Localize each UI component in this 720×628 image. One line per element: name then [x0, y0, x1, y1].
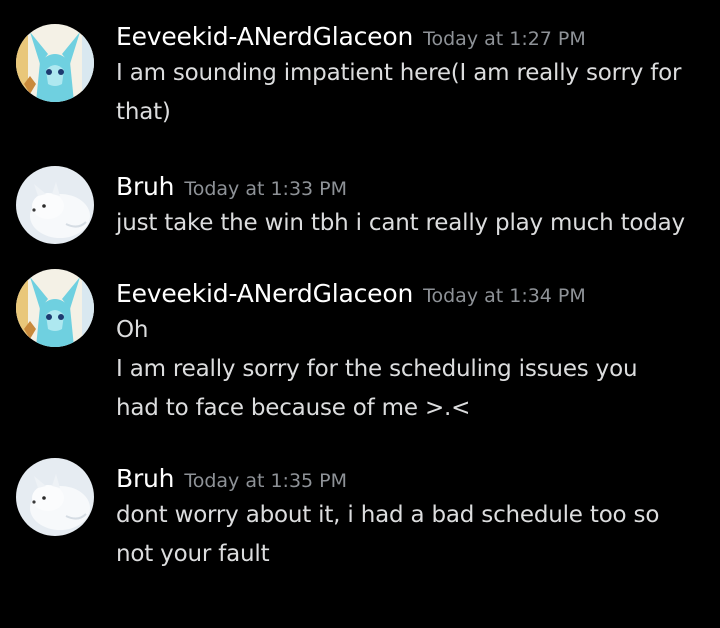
message-line: just take the win tbh i cant really play… [116, 210, 685, 236]
author-name[interactable]: Eeveekid-ANerdGlaceon [116, 279, 413, 308]
message-timestamp: Today at 1:34 PM [423, 285, 586, 307]
author-name[interactable]: Eeveekid-ANerdGlaceon [116, 22, 413, 51]
message-timestamp: Today at 1:27 PM [423, 28, 586, 50]
arctic-fox-avatar-icon[interactable] [16, 166, 94, 244]
author-name[interactable]: Bruh [116, 172, 175, 201]
message-content: just take the win tbh i cant really play… [116, 204, 712, 243]
message-line: Oh [116, 317, 149, 343]
message-content: Oh I am really sorry for the scheduling … [116, 311, 712, 428]
glaceon-avatar-icon[interactable] [16, 269, 94, 347]
message-content: dont worry about it, i had a bad schedul… [116, 496, 712, 574]
message-line: I am really sorry for the scheduling iss… [116, 356, 638, 382]
message-timestamp: Today at 1:35 PM [184, 470, 348, 492]
message-line: that) [116, 99, 171, 125]
author-name[interactable]: Bruh [116, 464, 175, 493]
chat-log: Eeveekid-ANerdGlaceon Today at 1:27 PM I … [0, 0, 720, 628]
glaceon-avatar-icon[interactable] [16, 24, 94, 102]
message-line: dont worry about it, i had a bad schedul… [116, 502, 660, 528]
message-line: had to face because of me >.< [116, 395, 471, 421]
message-content: I am sounding impatient here(I am really… [116, 54, 712, 132]
arctic-fox-avatar-icon[interactable] [16, 458, 94, 536]
message-timestamp: Today at 1:33 PM [184, 178, 348, 200]
message-line: not your fault [116, 541, 270, 567]
message-line: I am sounding impatient here(I am really… [116, 60, 682, 86]
